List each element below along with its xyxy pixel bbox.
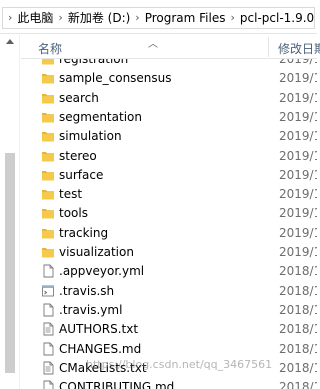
file-name: .appveyor.yml [59, 264, 145, 279]
column-divider[interactable] [268, 37, 269, 57]
breadcrumb-program-files[interactable]: Program Files [145, 8, 226, 28]
file-date: 2019/1/ [279, 129, 317, 144]
file-date: 2018/1 [279, 302, 317, 317]
file-icon [41, 342, 55, 356]
folder-icon [41, 149, 55, 163]
file-name: search [59, 90, 99, 105]
file-name: registration [59, 59, 129, 66]
folder-row[interactable]: sample_consensus 2019/1/ [21, 69, 317, 88]
folder-row[interactable]: simulation 2019/1/ [21, 127, 317, 146]
file-date: 2019/1/ [279, 109, 317, 124]
file-date: 2019/1/ [279, 148, 317, 163]
folder-row[interactable]: tools 2019/1/ [21, 204, 317, 223]
file-name: visualization [59, 245, 134, 259]
column-name-header[interactable]: 名称 [38, 40, 62, 57]
folder-icon [41, 59, 55, 66]
folder-row[interactable]: stereo 2019/1/ [21, 147, 317, 166]
chevron-right-icon[interactable]: › [3, 8, 17, 28]
file-row[interactable]: AUTHORS.txt 2018/1 [21, 320, 317, 339]
column-date-header[interactable]: 修改日期 [278, 40, 320, 57]
folder-row[interactable]: segmentation 2019/1/ [21, 108, 317, 127]
file-name: AUTHORS.txt [59, 322, 139, 337]
scrollbar-thumb[interactable] [5, 153, 15, 373]
file-name: stereo [59, 148, 97, 163]
folder-row[interactable]: tracking 2019/1/ [21, 224, 317, 243]
folder-row[interactable]: search 2019/1/ [21, 89, 317, 108]
folder-row[interactable]: visualization 2019/1/ [21, 243, 317, 262]
file-name: surface [59, 167, 104, 182]
folder-icon [41, 206, 55, 220]
folder-icon [41, 245, 55, 259]
chevron-right-icon[interactable]: › [53, 8, 67, 28]
file-row[interactable]: .appveyor.yml 2018/1 [21, 262, 317, 281]
file-name: .travis.yml [59, 302, 123, 317]
chevron-right-icon[interactable]: › [225, 8, 239, 28]
file-name: simulation [59, 129, 122, 144]
address-bar: › 此电脑 › 新加卷 (D:) › Program Files › pcl-p… [0, 0, 317, 34]
scroll-up-icon[interactable] [6, 39, 14, 44]
file-list: registration 2019/1/sample_consensus 2019/… [21, 59, 317, 389]
file-row[interactable]: CHANGES.md 2018/1 [21, 340, 317, 359]
file-icon [41, 380, 55, 389]
file-name: sample_consensus [59, 71, 172, 86]
file-date: 2018/1 [279, 264, 317, 279]
chevron-right-icon[interactable]: › [130, 8, 144, 28]
folder-row[interactable]: surface 2019/1/ [21, 166, 317, 185]
file-date: 2019/1/ [279, 187, 317, 202]
text-file-icon [41, 322, 55, 336]
breadcrumb-drive-d[interactable]: 新加卷 (D:) [68, 8, 130, 28]
file-date: 2018/1 [279, 360, 317, 375]
file-row[interactable]: .travis.sh 2018/1 [21, 282, 317, 301]
file-name: CONTRIBUTING.md [59, 380, 175, 389]
file-name: tracking [59, 225, 109, 240]
file-date: 2018/1 [279, 322, 317, 337]
script-file-icon [41, 284, 55, 298]
file-date: 2018/1 [279, 380, 317, 389]
file-name: tools [59, 206, 88, 221]
file-date: 2018/1 [279, 341, 317, 356]
folder-row[interactable]: test 2019/1/ [21, 185, 317, 204]
breadcrumb-this-pc[interactable]: 此电脑 [17, 8, 53, 28]
file-date: 2019/1/ [279, 71, 317, 86]
folder-icon [41, 91, 55, 105]
folder-icon [41, 187, 55, 201]
navigation-pane-scrollbar[interactable] [0, 35, 20, 389]
file-icon [41, 264, 55, 278]
column-header: 名称 ︿ 修改日期 [21, 35, 320, 59]
file-row[interactable]: .travis.yml 2018/1 [21, 301, 317, 320]
breadcrumb[interactable]: › 此电脑 › 新加卷 (D:) › Program Files › pcl-p… [2, 7, 315, 29]
folder-icon [41, 168, 55, 182]
file-date: 2019/1/ [279, 245, 317, 259]
file-name: .travis.sh [59, 283, 115, 298]
file-icon [41, 303, 55, 317]
folder-icon [41, 129, 55, 143]
file-name: segmentation [59, 109, 142, 124]
file-date: 2018/1 [279, 283, 317, 298]
folder-row[interactable]: registration 2019/1/ [21, 59, 317, 69]
file-date: 2019/1/ [279, 206, 317, 221]
file-date: 2019/1/ [279, 167, 317, 182]
file-date: 2019/1/ [279, 225, 317, 240]
folder-icon [41, 71, 55, 85]
file-date: 2019/1/ [279, 59, 317, 66]
breadcrumb-pcl-folder[interactable]: pcl-pcl-1.9.0 [240, 8, 314, 28]
file-date: 2019/1/ [279, 90, 317, 105]
watermark: https://blog.csdn.net/qq_3467561 [86, 358, 273, 371]
file-name: CHANGES.md [59, 341, 142, 356]
text-file-icon [41, 361, 55, 375]
file-name: test [59, 187, 83, 202]
folder-icon [41, 226, 55, 240]
file-row[interactable]: CONTRIBUTING.md 2018/1 [21, 378, 317, 389]
folder-icon [41, 110, 55, 124]
sort-ascending-icon: ︿ [148, 39, 158, 50]
